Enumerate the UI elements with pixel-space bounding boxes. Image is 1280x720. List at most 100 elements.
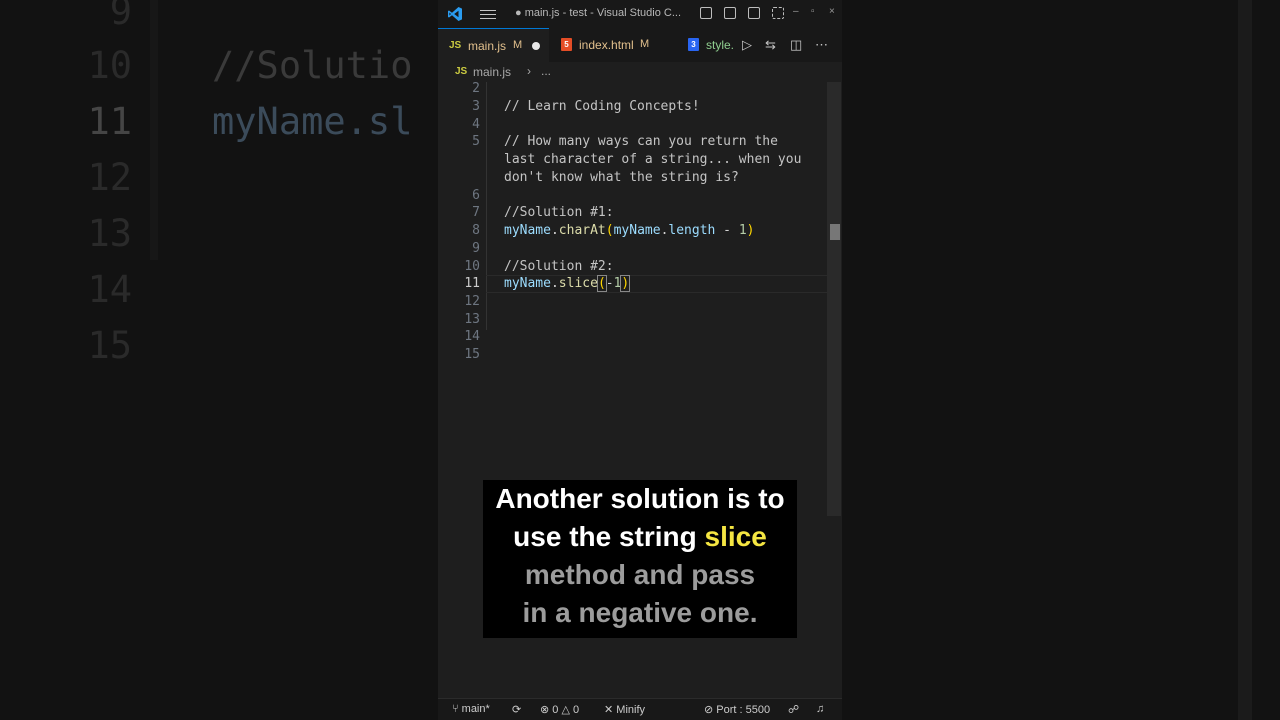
tab-bar: JS main.js M 5 index.html M 3 style. — [438, 28, 842, 62]
line-number: 6 — [472, 188, 480, 203]
status-bar: ⑂ main* ⟳ ⊗ 0 △ 0 ✕ Minify ⊘ Port : 5500… — [438, 698, 842, 720]
warning-count: 0 — [572, 704, 580, 716]
tab-main-js[interactable]: JS main.js M — [438, 28, 549, 62]
modified-badge: M — [640, 38, 650, 50]
code-token: . — [550, 276, 559, 291]
code-comment: last character of a string... when you — [504, 152, 802, 167]
line-number: 15 — [464, 347, 480, 362]
code-comment: // Learn Coding Concepts! — [504, 99, 700, 114]
line-number: 5 — [472, 134, 480, 149]
minimize-icon[interactable]: – — [793, 6, 799, 17]
code-token: 1 — [738, 223, 747, 238]
run-icon[interactable]: ▷ — [742, 37, 752, 53]
problems-status[interactable]: ⊗ 0 △ 0 — [540, 703, 579, 716]
vertical-scrollbar[interactable] — [827, 82, 841, 516]
close-window-icon[interactable]: × — [829, 6, 835, 17]
tab-label: main.js — [468, 39, 507, 53]
breadcrumb-separator: › — [527, 64, 531, 78]
html-file-icon: 5 — [561, 38, 572, 51]
code-token: ( — [596, 275, 607, 292]
toggle-sidebar-icon[interactable] — [700, 7, 712, 19]
bg-line-number: 12 — [87, 156, 132, 199]
bg-code-fragment: //Solutio — [212, 44, 413, 87]
code-token: ) — [746, 223, 755, 238]
hamburger-menu-icon[interactable] — [480, 7, 496, 21]
feedback-icon[interactable]: ☍ — [788, 703, 799, 716]
toggle-secondary-sidebar-icon[interactable] — [748, 7, 760, 19]
line-number: 14 — [464, 329, 480, 344]
branch-name: main* — [461, 703, 490, 715]
code-comment: // How many ways can you return the — [504, 134, 778, 149]
toggle-panel-icon[interactable] — [724, 7, 736, 19]
bg-line-number: 14 — [87, 268, 132, 311]
breadcrumb-symbols[interactable]: ... — [541, 64, 551, 78]
background-right-panel — [842, 0, 1280, 720]
port-icon: ⊘ — [704, 704, 717, 716]
minify-status[interactable]: ✕ Minify — [604, 703, 645, 716]
port-label: Port : 5500 — [716, 704, 771, 716]
code-token: length — [668, 223, 716, 238]
tab-label: index.html — [579, 38, 634, 52]
line-number: 12 — [464, 294, 480, 309]
code-line-active: myName.slice(-1) — [504, 275, 631, 293]
line-number: 7 — [472, 205, 480, 220]
modified-badge: M — [513, 39, 523, 51]
code-token: ) — [620, 275, 631, 292]
unsaved-dot-icon[interactable] — [532, 42, 540, 50]
code-comment: //Solution #2: — [504, 259, 614, 274]
tab-label: style. — [706, 38, 735, 52]
breadcrumb-file[interactable]: main.js — [473, 65, 511, 79]
code-comment: don't know what the string is? — [504, 170, 739, 185]
line-number-active: 11 — [464, 276, 480, 291]
caption-line-4: in a negative one. — [522, 597, 758, 628]
code-token: . — [550, 223, 559, 238]
css-file-icon: 3 — [688, 38, 699, 51]
warning-icon: △ — [558, 704, 573, 716]
code-token: charAt — [558, 223, 606, 238]
live-server-status[interactable]: ⊘ Port : 5500 — [704, 703, 770, 716]
caption-line-2: use the string slice — [483, 518, 797, 556]
line-number: 3 — [472, 99, 480, 114]
customize-layout-icon[interactable] — [772, 7, 784, 19]
code-token: myName — [504, 223, 551, 238]
code-comment: //Solution #1: — [504, 205, 614, 220]
tab-style-css[interactable]: 3 style. — [673, 28, 735, 62]
line-number: 4 — [472, 117, 480, 132]
minify-label: Minify — [616, 704, 646, 716]
split-editor-icon[interactable]: ◫ — [790, 37, 802, 53]
vscode-logo-icon — [448, 7, 462, 21]
compare-changes-icon[interactable]: ⇆ — [765, 37, 776, 53]
background-left-panel: 9 10 11 12 13 14 15 //Solutio myName.sl — [0, 0, 438, 720]
bg-line-number: 11 — [87, 100, 132, 143]
maximize-icon[interactable]: ▫ — [811, 6, 815, 17]
code-token: - — [715, 223, 739, 238]
sync-icon[interactable]: ⟳ — [512, 703, 521, 716]
code-token: myName — [504, 276, 551, 291]
line-number: 13 — [464, 312, 480, 327]
breadcrumb: JS main.js › ... — [438, 62, 842, 82]
tab-index-html[interactable]: 5 index.html M — [549, 28, 673, 62]
caption-overlay: Another solution is to use the string sl… — [483, 480, 797, 638]
line-number: 2 — [472, 81, 480, 96]
caption-highlight: slice — [704, 521, 767, 552]
js-file-icon: JS — [455, 66, 468, 77]
more-actions-icon[interactable]: ⋯ — [815, 37, 828, 53]
caption-text: use the string — [513, 521, 705, 552]
background-gutter — [150, 0, 158, 260]
branch-status[interactable]: ⑂ main* — [452, 703, 490, 715]
scrollbar-thumb[interactable] — [830, 224, 840, 240]
window-title: ● main.js - test - Visual Studio C... — [515, 7, 681, 19]
line-number: 10 — [464, 259, 480, 274]
minify-icon: ✕ — [604, 704, 617, 716]
code-line: myName.charAt(myName.length - 1) — [504, 222, 755, 240]
caption-line-3: method and pass — [524, 559, 756, 590]
code-token: slice — [558, 276, 598, 291]
bg-line-number: 13 — [87, 212, 132, 255]
notifications-bell-icon[interactable]: ♫ — [816, 703, 824, 715]
code-token: myName — [613, 223, 661, 238]
error-icon: ⊗ — [540, 704, 553, 716]
bg-line-number: 9 — [109, 0, 132, 33]
caption-line-1: Another solution is to — [495, 483, 785, 514]
line-number: 8 — [472, 223, 480, 238]
code-token: - — [605, 276, 614, 291]
